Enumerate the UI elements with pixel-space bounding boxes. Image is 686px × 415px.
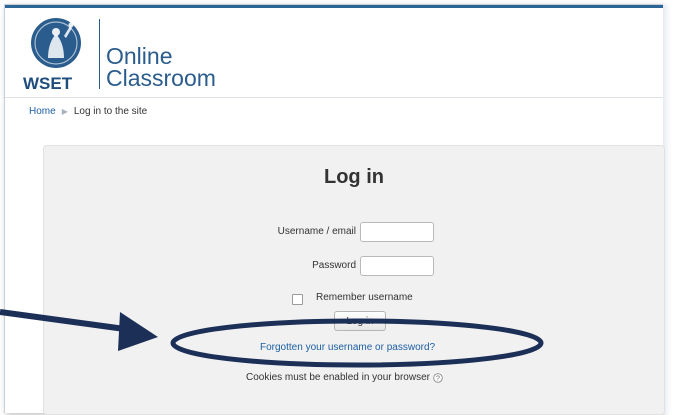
forgot-credentials-link[interactable]: Forgotten your username or password? bbox=[260, 342, 435, 353]
cookies-notice-text: Cookies must be enabled in your browser bbox=[246, 372, 430, 383]
login-heading: Log in bbox=[324, 166, 384, 188]
svg-text:?: ? bbox=[436, 375, 440, 382]
login-button[interactable]: Log in bbox=[334, 311, 386, 331]
breadcrumb-home-link[interactable]: Home bbox=[29, 106, 56, 117]
browser-page: WSET Online Classroom Home ▶ Log in to t… bbox=[4, 4, 669, 415]
header-divider bbox=[5, 97, 663, 98]
breadcrumb-separator-icon: ▶ bbox=[61, 107, 68, 116]
username-label: Username / email bbox=[277, 226, 356, 237]
help-icon[interactable]: ? bbox=[433, 372, 443, 383]
login-panel: Log in Username / email Password Remembe… bbox=[43, 145, 665, 415]
cookies-notice: Cookies must be enabled in your browser … bbox=[246, 372, 443, 383]
remember-username-label: Remember username bbox=[316, 292, 413, 303]
logo-brand-text: WSET bbox=[23, 74, 73, 93]
top-accent-bar bbox=[5, 5, 663, 8]
breadcrumb-current: Log in to the site bbox=[73, 106, 148, 117]
username-input[interactable] bbox=[360, 222, 434, 242]
password-label: Password bbox=[312, 260, 356, 271]
remember-username-checkbox[interactable] bbox=[292, 294, 303, 305]
wset-logo-icon[interactable]: WSET bbox=[18, 16, 94, 94]
password-input[interactable] bbox=[360, 256, 434, 276]
logo-divider bbox=[99, 19, 100, 89]
breadcrumb: Home ▶ Log in to the site bbox=[29, 106, 147, 117]
logo-title-line2: Classroom bbox=[106, 65, 216, 91]
